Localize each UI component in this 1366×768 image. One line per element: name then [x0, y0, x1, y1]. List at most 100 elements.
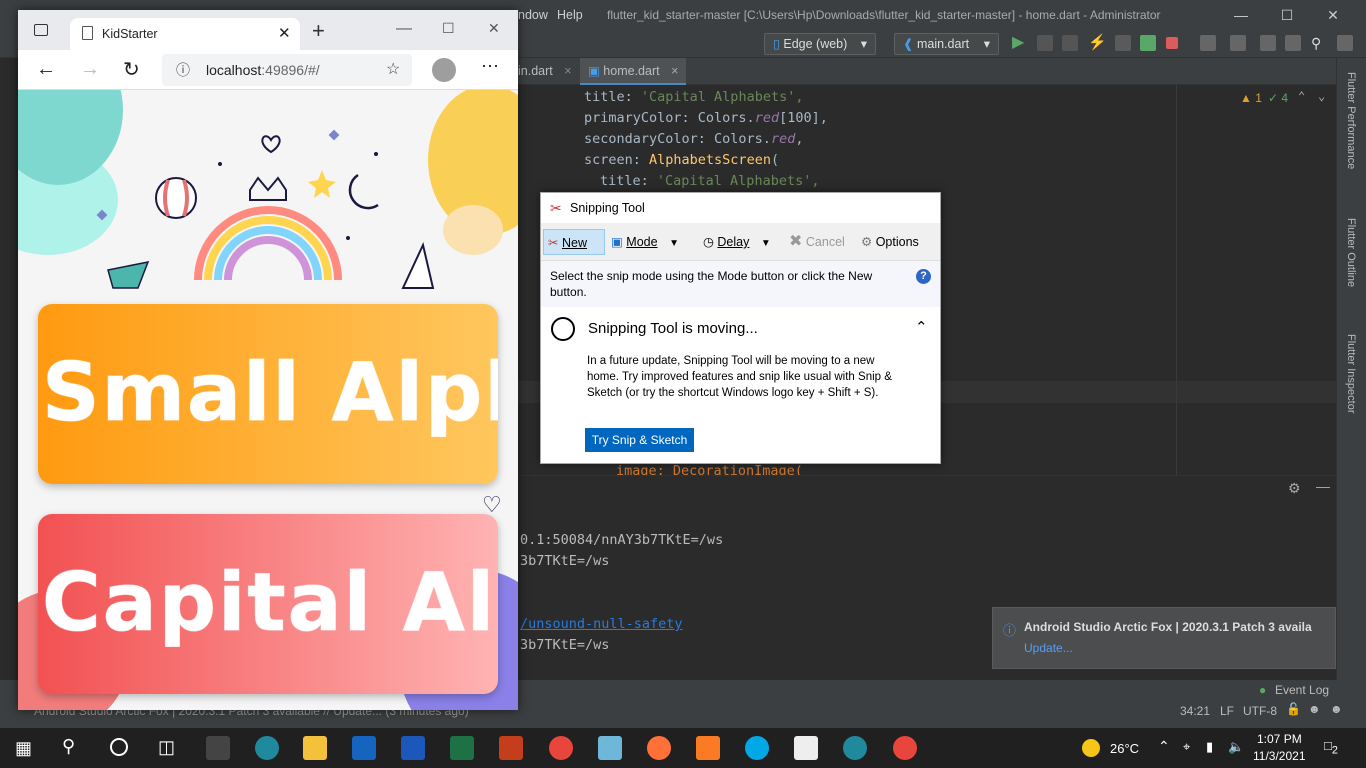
run-icon[interactable]: ▶: [1012, 35, 1028, 51]
clock-time[interactable]: 1:07 PM: [1257, 732, 1302, 746]
file-explorer-icon[interactable]: [303, 736, 327, 760]
profile-avatar[interactable]: [432, 58, 456, 82]
sdk-manager-icon[interactable]: [1200, 35, 1216, 51]
chrome-icon[interactable]: [549, 736, 573, 760]
mail-icon[interactable]: [352, 736, 376, 760]
hide-panel-icon[interactable]: —: [1316, 478, 1330, 494]
cancel-button[interactable]: ✖ Cancel: [789, 229, 853, 255]
powerpoint-icon[interactable]: [499, 736, 523, 760]
maximize-icon[interactable]: ☐: [1264, 0, 1310, 30]
app-icon-2[interactable]: [794, 736, 818, 760]
inspector-face-icon[interactable]: ☻: [1308, 702, 1321, 716]
settings-icon[interactable]: [1285, 35, 1301, 51]
warning-count[interactable]: ▲ 1: [1240, 91, 1262, 105]
update-notification[interactable]: ⓘ Android Studio Arctic Fox | 2020.3.1 P…: [992, 607, 1336, 669]
tab-flutter-inspector[interactable]: Flutter Inspector: [1345, 334, 1357, 413]
attach-icon[interactable]: [1140, 35, 1156, 51]
chevron-up-icon[interactable]: ⌃: [1298, 89, 1305, 103]
chrome-icon-2[interactable]: [893, 736, 917, 760]
help-icon[interactable]: ?: [916, 269, 931, 284]
edge-icon[interactable]: [255, 736, 279, 760]
try-snip-sketch-button[interactable]: Try Snip & Sketch: [585, 428, 694, 452]
search-icon[interactable]: ⚲: [62, 736, 75, 757]
event-log-button[interactable]: Event Log: [1275, 683, 1329, 697]
back-icon[interactable]: ←: [36, 58, 56, 81]
chevron-down-icon[interactable]: ⌄: [1318, 89, 1325, 103]
more-menu-icon[interactable]: ⋯: [481, 56, 500, 77]
clock-date[interactable]: 11/3/2021: [1253, 749, 1306, 763]
menu-help[interactable]: Help: [557, 8, 583, 22]
task-view-icon[interactable]: ◫: [158, 737, 175, 758]
weather-icon[interactable]: [1082, 739, 1100, 757]
search-icon[interactable]: ⚲: [1311, 35, 1327, 51]
minimize-icon[interactable]: —: [1218, 0, 1264, 30]
windows-start-icon[interactable]: ▦: [15, 738, 32, 759]
excel-icon[interactable]: [450, 736, 474, 760]
add-favorite-icon[interactable]: ☆: [386, 54, 400, 86]
address-bar[interactable]: ⓘ localhost:49896/#/ ☆: [162, 54, 412, 86]
chevron-up-icon[interactable]: ⌃: [915, 318, 928, 336]
app-content[interactable]: Small Alph ♡ Capital Alp: [18, 90, 518, 710]
chevron-up-icon[interactable]: ⌃: [1158, 738, 1170, 755]
cortana-icon[interactable]: [110, 738, 128, 756]
skype-icon[interactable]: [745, 736, 769, 760]
tab-label: home.dart: [603, 64, 660, 78]
forward-icon[interactable]: →: [80, 58, 100, 81]
close-window-icon[interactable]: ✕: [488, 20, 500, 37]
hot-restart-icon[interactable]: [1115, 35, 1131, 51]
menu-window[interactable]: ndow: [518, 8, 548, 22]
refresh-icon[interactable]: ↻: [123, 57, 140, 82]
mode-button[interactable]: ▣ Mode ▼: [611, 229, 693, 255]
maximize-icon[interactable]: ☐: [442, 20, 455, 37]
tab-flutter-outline[interactable]: Flutter Outline: [1345, 218, 1357, 287]
delay-button[interactable]: ◷ Delay ▼: [703, 229, 783, 255]
close-icon[interactable]: ×: [564, 64, 571, 78]
update-link[interactable]: Update...: [1024, 641, 1073, 655]
instruction-text: Select the snip mode using the Mode butt…: [550, 269, 873, 299]
new-snip-button[interactable]: ✂ New: [543, 229, 605, 255]
debug-icon[interactable]: [1037, 35, 1053, 51]
hot-reload-icon[interactable]: ⚡: [1088, 35, 1107, 51]
close-icon[interactable]: ×: [671, 64, 678, 78]
word-icon[interactable]: [401, 736, 425, 760]
action-center-icon[interactable]: □2: [1324, 738, 1338, 757]
feedback-face-icon[interactable]: ☻: [1330, 702, 1343, 716]
tab-home-dart[interactable]: ▣ home.dart ×: [580, 58, 687, 85]
line-separator[interactable]: LF: [1220, 704, 1234, 718]
console-link[interactable]: /unsound-null-safety: [520, 616, 683, 632]
tab-main-dart[interactable]: in.dart ×: [510, 58, 580, 85]
device-manager-icon[interactable]: [1260, 35, 1276, 51]
minimize-icon[interactable]: —: [396, 20, 412, 38]
gear-icon[interactable]: ⚙: [1288, 480, 1301, 497]
capital-alphabets-card[interactable]: Capital Alp: [38, 514, 498, 694]
weak-warning-count[interactable]: ✓ 4: [1268, 91, 1288, 105]
device-selector[interactable]: ▯ Edge (web) ▾: [764, 33, 876, 55]
xampp-icon[interactable]: [696, 736, 720, 760]
lock-icon[interactable]: 🔓: [1286, 702, 1301, 716]
options-button[interactable]: ⚙ Options: [861, 229, 937, 255]
close-icon[interactable]: ✕: [278, 24, 291, 42]
stop-icon[interactable]: [1166, 37, 1178, 49]
tab-actions-icon[interactable]: [34, 24, 48, 36]
tab-flutter-performance[interactable]: Flutter Performance: [1345, 72, 1357, 169]
app-icon[interactable]: [598, 736, 622, 760]
file-encoding[interactable]: UTF-8: [1243, 704, 1277, 718]
info-icon[interactable]: ⓘ: [176, 54, 190, 86]
volume-icon[interactable]: 🔈: [1228, 739, 1244, 755]
new-tab-icon[interactable]: +: [312, 20, 325, 42]
browser-tab[interactable]: KidStarter ✕: [70, 18, 300, 50]
run-config-selector[interactable]: ❰ main.dart ▾: [894, 33, 999, 55]
battery-icon[interactable]: ▮: [1206, 739, 1213, 755]
account-icon[interactable]: [1337, 35, 1353, 51]
avd-manager-icon[interactable]: [1230, 35, 1246, 51]
coverage-icon[interactable]: [1062, 35, 1078, 51]
caret-position[interactable]: 34:21: [1180, 704, 1210, 718]
edge-icon-2[interactable]: [843, 736, 867, 760]
temperature[interactable]: 26°C: [1110, 741, 1139, 756]
firefox-icon[interactable]: [647, 736, 671, 760]
close-icon[interactable]: ✕: [1310, 0, 1356, 30]
small-alphabets-card[interactable]: Small Alph: [38, 304, 498, 484]
info-icon: ⓘ: [1003, 623, 1017, 638]
network-icon[interactable]: ⌖: [1183, 739, 1190, 755]
store-icon[interactable]: [206, 736, 230, 760]
